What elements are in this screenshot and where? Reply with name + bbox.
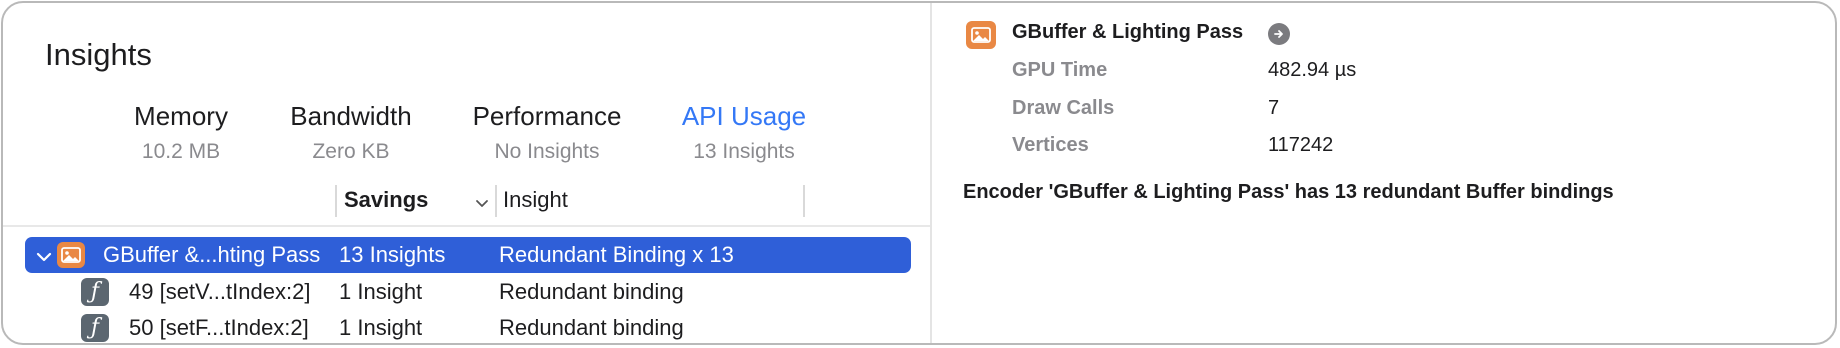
category-performance[interactable]: Performance No Insights [466,101,628,164]
column-divider [495,185,497,217]
category-name: API Usage [681,101,807,131]
row-name: 50 [setF...tIndex:2] [129,315,309,340]
row-insight: Redundant binding [499,315,684,340]
function-icon: ƒ [81,278,109,306]
row-savings: 1 Insight [339,315,423,340]
column-header-savings[interactable]: Savings [344,183,490,217]
category-summary: 13 Insights [693,140,795,163]
detail-title: GBuffer & Lighting Pass [1012,21,1244,43]
row-name: 49 [setV...tIndex:2] [129,279,311,304]
detail-pane: GBuffer & Lighting Pass GPU Time 482.94 … [933,3,1835,343]
category-name: Bandwidth [290,101,412,131]
disclosure-chevron-icon[interactable] [35,246,53,264]
function-icon: ƒ [81,314,109,342]
category-summary: No Insights [494,140,600,163]
category-summary: 10.2 MB [141,140,221,163]
category-api-usage[interactable]: API Usage 13 Insights [676,101,812,164]
column-divider [803,185,805,217]
column-header-insight[interactable]: Insight [503,183,793,217]
property-label: Draw Calls [1012,97,1115,119]
category-name: Memory [134,101,228,131]
property-value: 482.94 µs [1268,59,1357,81]
property-value: 117242 [1268,134,1334,156]
image-icon [966,21,996,49]
chevron-down-icon [474,191,490,217]
pane-divider[interactable] [930,3,932,343]
table-row[interactable]: ƒ 50 [setF...tIndex:2] 1 Insight Redunda… [25,310,911,343]
category-bandwidth[interactable]: Bandwidth Zero KB [281,101,421,164]
row-savings: 13 Insights [339,242,446,267]
image-icon [57,242,85,268]
column-header-label: Savings [344,187,429,212]
insights-pane: Insights Memory 10.2 MB Bandwidth Zero K… [3,3,930,343]
property-value: 7 [1268,97,1280,119]
column-header-label: Insight [503,187,568,212]
category-memory[interactable]: Memory 10.2 MB [121,101,241,164]
header-divider [3,225,930,227]
go-to-arrow-icon[interactable] [1268,23,1290,45]
table-row[interactable]: ƒ 49 [setV...tIndex:2] 1 Insight Redunda… [25,274,911,310]
category-name: Performance [472,101,622,131]
column-divider [335,185,337,217]
page-title: Insights [45,37,152,72]
row-name: GBuffer &...hting Pass [103,242,321,267]
row-insight: Redundant Binding x 13 [499,242,734,267]
property-label: GPU Time [1012,59,1108,81]
property-label: Vertices [1012,134,1089,156]
insights-window: Insights Memory 10.2 MB Bandwidth Zero K… [1,1,1837,345]
category-summary: Zero KB [312,140,390,163]
row-insight: Redundant binding [499,279,684,304]
insight-description: Encoder 'GBuffer & Lighting Pass' has 13… [963,181,1614,203]
row-savings: 1 Insight [339,279,423,304]
table-row[interactable]: GBuffer &...hting Pass 13 Insights Redun… [25,237,911,273]
